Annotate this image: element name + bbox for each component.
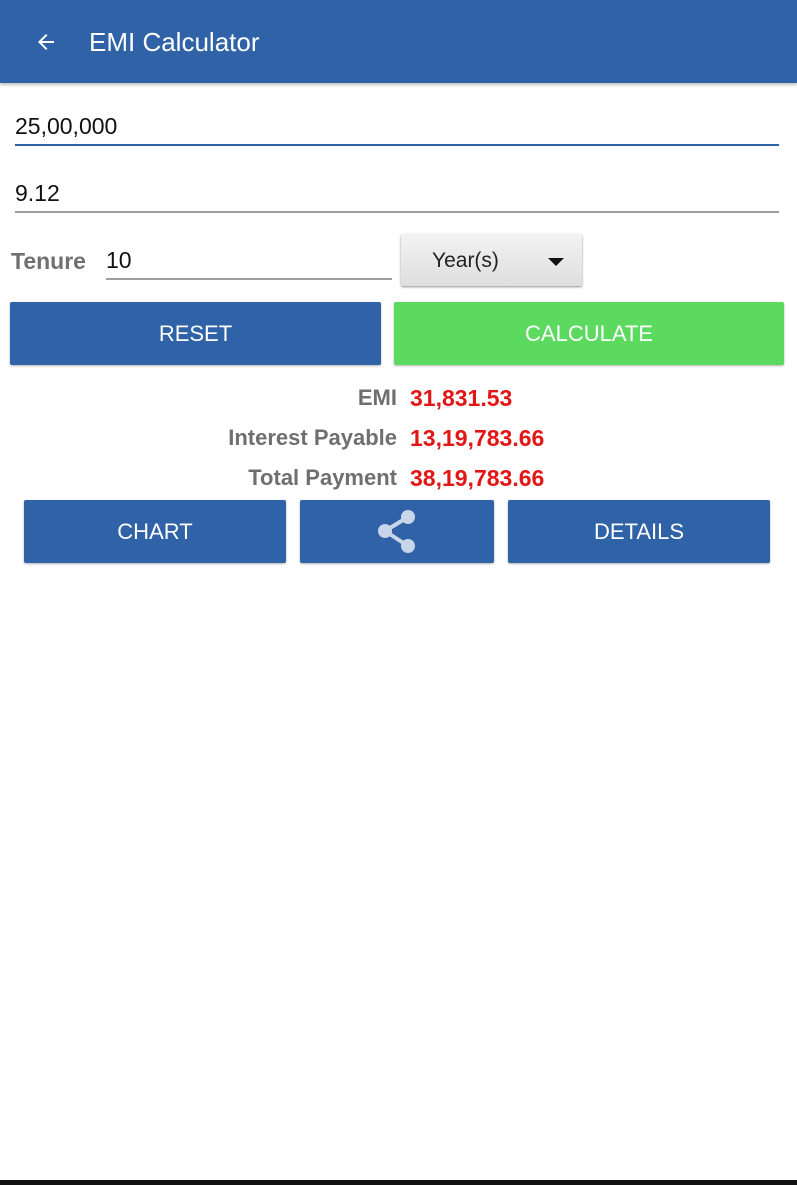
interest-rate-underline <box>15 211 779 213</box>
chart-button[interactable]: CHART <box>24 500 286 563</box>
tenure-unit-dropdown[interactable]: Year(s) <box>401 234 582 286</box>
share-button[interactable] <box>300 500 494 563</box>
tenure-input[interactable] <box>106 242 390 278</box>
interest-payable-value: 13,19,783.66 <box>410 425 545 451</box>
tenure-unit-selected: Year(s) <box>432 249 499 272</box>
reset-button[interactable]: RESET <box>10 302 381 365</box>
app-title: EMI Calculator <box>89 27 260 57</box>
chevron-down-icon <box>548 258 564 266</box>
arrow-left-icon <box>38 34 54 50</box>
emi-label: EMI <box>357 385 397 410</box>
emi-value: 31,831.53 <box>410 385 513 411</box>
loan-amount-input[interactable] <box>15 106 779 146</box>
loan-amount-underline <box>15 144 779 146</box>
total-payment-value: 38,19,783.66 <box>410 465 545 491</box>
tenure-label: Tenure <box>11 248 86 274</box>
tenure-underline <box>106 278 392 280</box>
share-icon <box>378 509 415 553</box>
app-bar: EMI Calculator <box>0 0 797 83</box>
details-button[interactable]: DETAILS <box>508 500 770 563</box>
interest-rate-input[interactable] <box>15 173 779 213</box>
interest-payable-label: Interest Payable <box>228 425 397 450</box>
bottom-divider <box>0 1180 797 1185</box>
calculate-button[interactable]: CALCULATE <box>394 302 784 365</box>
back-button[interactable] <box>28 24 64 60</box>
total-payment-label: Total Payment <box>248 465 397 490</box>
